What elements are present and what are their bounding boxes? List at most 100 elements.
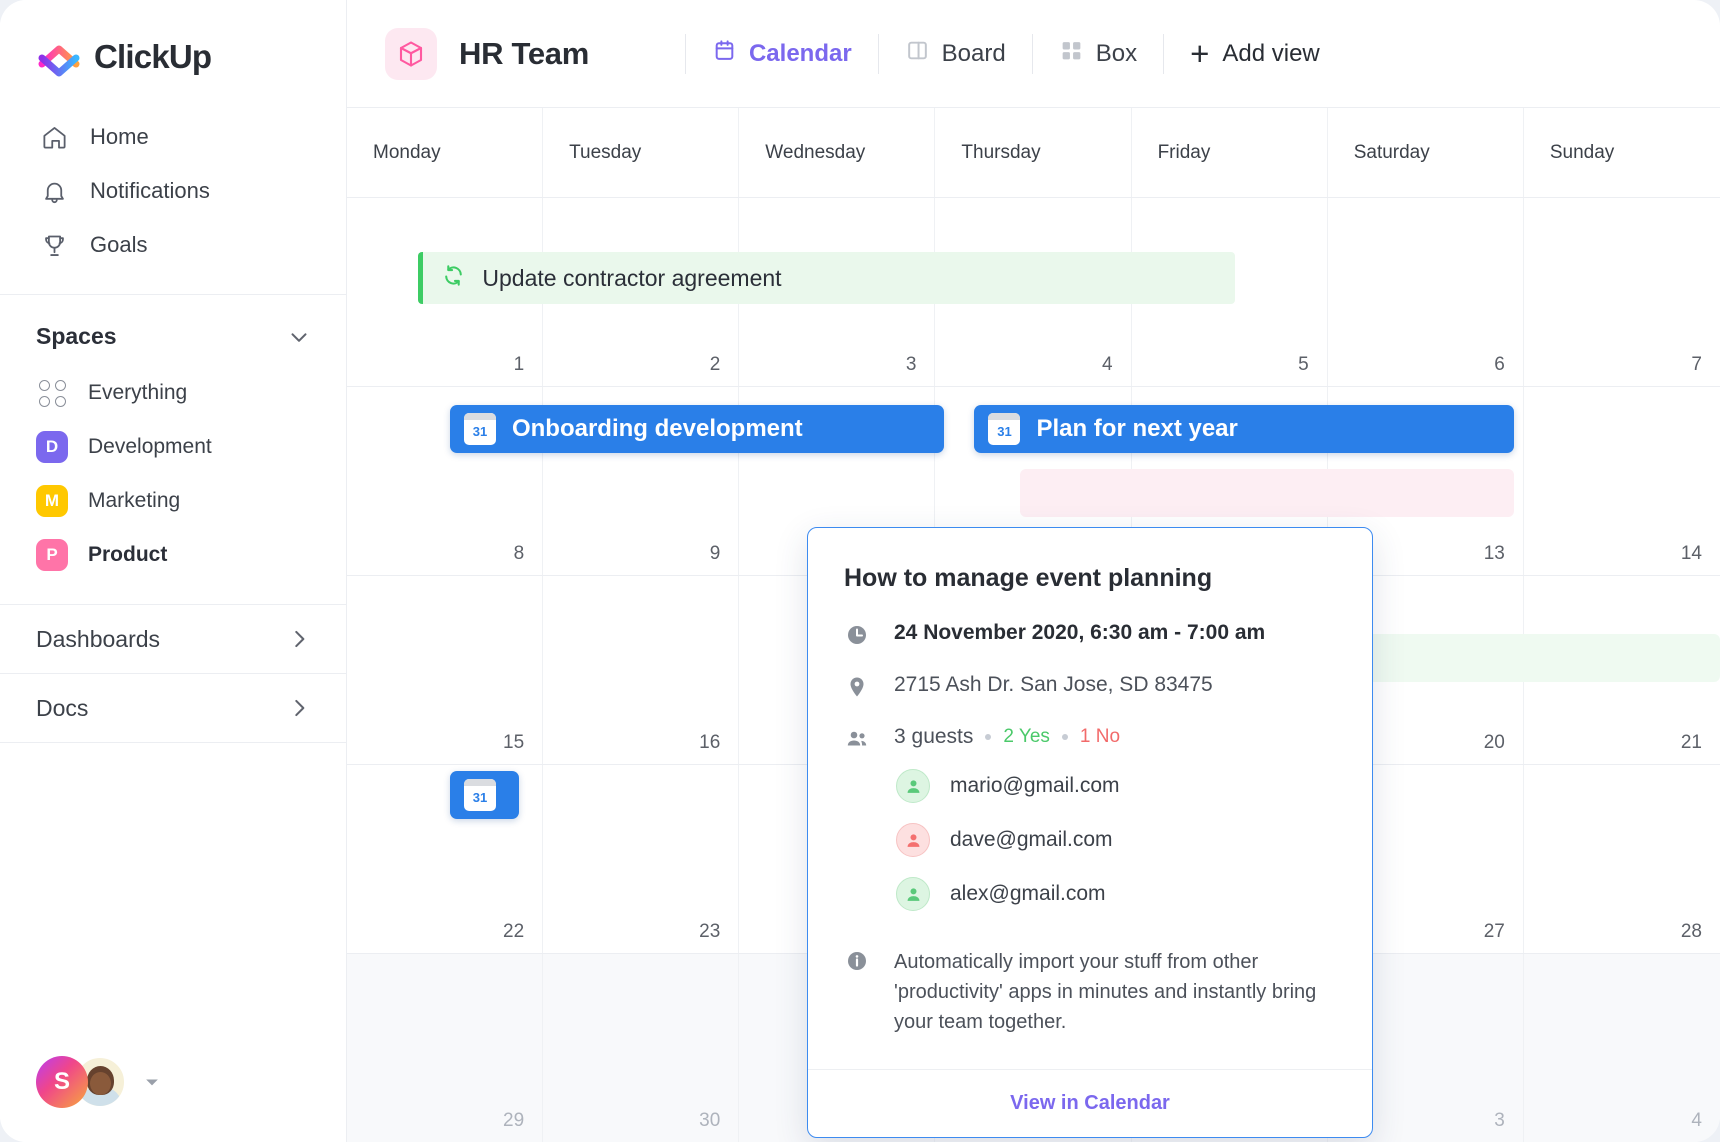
day-number: 8 <box>513 543 525 564</box>
day-cell[interactable]: 4 <box>1524 954 1720 1142</box>
view-header: HR Team Calendar Board Box + Add view <box>347 0 1720 108</box>
spaces-list: Everything D Development M Marketing P P… <box>0 366 346 582</box>
guest-list-item[interactable]: dave@gmail.com <box>894 823 1336 857</box>
calendar-icon <box>712 38 737 70</box>
calendar-event-plan-for-next-year[interactable]: 31 Plan for next year <box>974 405 1515 453</box>
calendar-event-onboarding-development[interactable]: 31 Onboarding development <box>449 405 945 453</box>
tab-calendar[interactable]: Calendar <box>686 34 878 74</box>
clock-icon <box>844 621 870 647</box>
guest-avatar-declined <box>896 823 930 857</box>
day-number: 4 <box>1691 1110 1702 1131</box>
guest-email: dave@gmail.com <box>950 828 1113 851</box>
calendar-event-partial[interactable]: 31 <box>449 771 519 819</box>
day-cell[interactable]: 29 <box>347 954 544 1142</box>
view-in-calendar-link[interactable]: View in Calendar <box>1010 1092 1170 1115</box>
guest-list-item[interactable]: mario@gmail.com <box>894 769 1336 803</box>
popup-title: How to manage event planning <box>844 564 1213 592</box>
space-label: Product <box>88 543 168 566</box>
day-cell[interactable]: 23 <box>543 765 740 953</box>
guest-avatar-accepted <box>896 769 930 803</box>
gcal-badge: 31 <box>472 790 488 805</box>
day-number: 30 <box>699 1110 721 1131</box>
guests-no-count: 1 No <box>1079 726 1121 747</box>
main-area: HR Team Calendar Board Box + Add view Mo… <box>347 0 1720 1142</box>
day-number: 21 <box>1680 732 1702 753</box>
day-cell[interactable]: 30 <box>543 954 740 1142</box>
day-cell[interactable]: 16 <box>543 576 740 764</box>
day-number: 3 <box>905 354 917 375</box>
tab-box[interactable]: Box <box>1033 34 1163 74</box>
section-label: Dashboards <box>36 625 161 652</box>
gcal-icon: 31 <box>463 413 496 445</box>
gcal-badge: 31 <box>997 424 1012 439</box>
sidebar-item-goals[interactable]: Goals <box>0 218 346 272</box>
avatar-stack[interactable]: S <box>36 1056 126 1108</box>
space-avatar: D <box>36 431 68 463</box>
day-number: 9 <box>709 543 721 564</box>
sidebar-item-product[interactable]: P Product <box>0 528 346 582</box>
sidebar-item-label: Goals <box>90 232 148 257</box>
day-number: 29 <box>503 1110 525 1131</box>
guest-email: alex@gmail.com <box>950 882 1106 905</box>
dow-friday: Friday <box>1132 108 1328 197</box>
day-number: 20 <box>1483 732 1505 753</box>
plus-icon: + <box>1190 34 1210 72</box>
event-title: Onboarding development <box>511 415 803 442</box>
dow-tuesday: Tuesday <box>543 108 740 197</box>
sidebar-divider-4 <box>0 742 346 743</box>
dow-saturday: Saturday <box>1328 108 1524 197</box>
day-number: 13 <box>1483 543 1505 564</box>
box-view-icon <box>1059 38 1084 70</box>
day-cell[interactable]: 28 <box>1524 765 1720 953</box>
guests-summary: 3 guests 2 Yes 1 No <box>894 725 1336 749</box>
day-cell[interactable]: 15 <box>347 576 544 764</box>
calendar-week-row: 1 2 3 4 5 6 7 Update contractor agreemen… <box>347 198 1720 387</box>
recurring-icon <box>441 263 466 293</box>
popup-footer: View in Calendar <box>808 1069 1372 1137</box>
day-cell[interactable]: 14 <box>1524 387 1720 575</box>
sidebar-item-notifications[interactable]: Notifications <box>0 164 346 218</box>
workspace-avatar[interactable]: S <box>36 1056 88 1108</box>
sidebar-item-development[interactable]: D Development <box>0 420 346 474</box>
people-icon <box>844 725 870 751</box>
sidebar-item-dashboards[interactable]: Dashboards <box>0 605 346 673</box>
sidebar: ClickUp Home Notifications Goals Spaces … <box>0 0 347 1142</box>
calendar-view: Monday Tuesday Wednesday Thursday Friday… <box>347 108 1720 1142</box>
day-cell[interactable]: 7 <box>1524 198 1720 386</box>
spaces-header[interactable]: Spaces <box>0 295 346 366</box>
day-cell[interactable]: 6 <box>1328 198 1524 386</box>
primary-nav: Home Notifications Goals <box>0 106 346 272</box>
dow-sunday: Sunday <box>1549 141 1615 163</box>
guest-list-item[interactable]: alex@gmail.com <box>894 877 1336 911</box>
day-number: 27 <box>1483 921 1505 942</box>
day-cell[interactable]: 21 <box>1524 576 1720 764</box>
gcal-icon: 31 <box>988 413 1021 445</box>
sidebar-item-marketing[interactable]: M Marketing <box>0 474 346 528</box>
popup-description: Automatically import your stuff from oth… <box>894 951 1317 1033</box>
guests-count: 3 guests <box>894 725 974 748</box>
grid-dots-icon <box>36 377 68 409</box>
sidebar-item-home[interactable]: Home <box>0 110 346 164</box>
day-number: 4 <box>1101 354 1113 375</box>
calendar-event-update-contractor-agreement[interactable]: Update contractor agreement <box>418 252 1236 304</box>
space-avatar: M <box>36 485 68 517</box>
dow-wednesday: Wednesday <box>739 108 936 197</box>
sidebar-item-everything[interactable]: Everything <box>0 366 346 420</box>
clickup-app-window: ClickUp Home Notifications Goals Spaces … <box>0 0 1720 1142</box>
event-title: Plan for next year <box>1036 415 1238 442</box>
space-label: Marketing <box>88 489 181 512</box>
popup-datetime: 24 November 2020, 6:30 am - 7:00 am <box>894 621 1266 644</box>
brand-name: ClickUp <box>94 38 212 75</box>
trophy-icon <box>40 231 68 259</box>
popup-description-row: Automatically import your stuff from oth… <box>844 947 1336 1037</box>
board-icon <box>905 38 930 70</box>
caret-down-icon[interactable] <box>142 1072 162 1092</box>
box-icon <box>385 27 437 80</box>
tab-board[interactable]: Board <box>879 34 1032 74</box>
chevron-down-icon[interactable] <box>286 324 312 350</box>
add-view-button[interactable]: + Add view <box>1164 34 1320 72</box>
brand-logo[interactable]: ClickUp <box>0 0 346 106</box>
day-number: 16 <box>699 732 721 753</box>
location-pin-icon <box>844 673 870 699</box>
sidebar-item-docs[interactable]: Docs <box>0 674 346 742</box>
